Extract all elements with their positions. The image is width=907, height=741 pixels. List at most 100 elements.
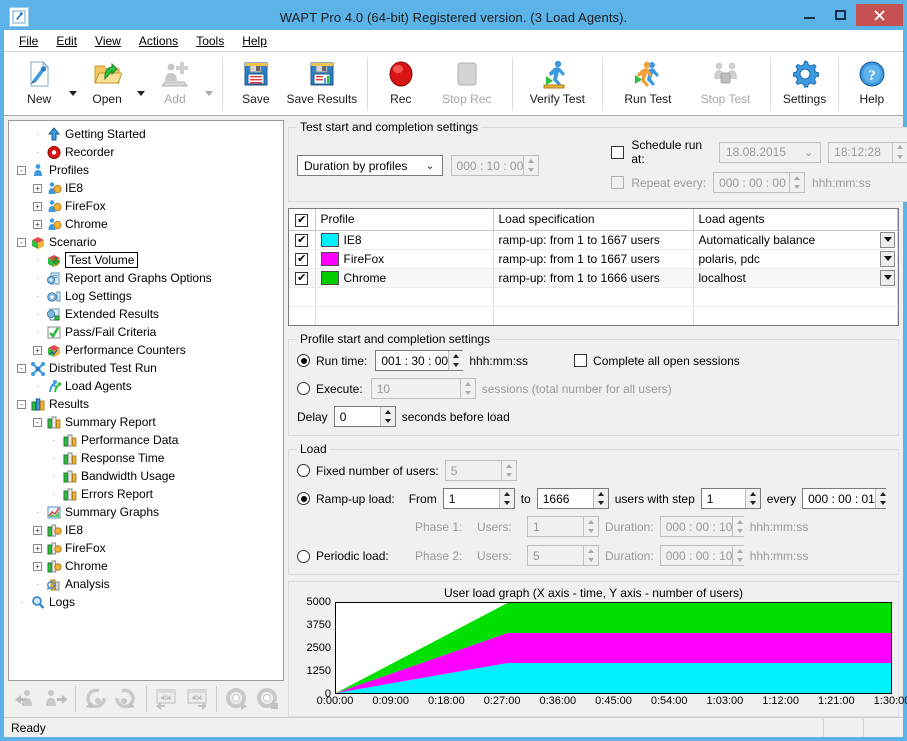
tree-item-summary-report[interactable]: - Summary Report (9, 413, 283, 431)
maximize-button[interactable] (825, 4, 856, 26)
spinner-down[interactable] (524, 165, 539, 175)
spinner-down[interactable] (584, 555, 598, 565)
tree-expander[interactable]: - (33, 417, 42, 427)
menu-actions[interactable]: Actions (130, 32, 187, 50)
toolbar-open-button[interactable]: Open (80, 55, 134, 113)
spinner-down[interactable] (875, 498, 890, 508)
toolbar-new-dropdown[interactable] (66, 55, 80, 113)
tree-expander[interactable]: + (33, 561, 42, 571)
tree-item-recorder[interactable]: · Recorder (9, 143, 283, 161)
spinner-up[interactable] (733, 546, 748, 556)
tree-expander[interactable]: + (33, 525, 42, 535)
tree-item-distributed-test-run[interactable]: - Distributed Test Run (9, 359, 283, 377)
spinner-down[interactable] (733, 526, 748, 536)
table-row[interactable]: ✔ IE8 ramp-up: from 1 to 1667 users Automat… (289, 230, 898, 250)
tree-item-analysis[interactable]: · Analysis (9, 575, 283, 593)
spinner-down[interactable] (380, 416, 395, 426)
spinner-up[interactable] (499, 489, 514, 499)
spinner-up[interactable] (460, 379, 475, 389)
tree-item-logs[interactable]: · Logs (9, 593, 283, 611)
toolbar-stop-test-button[interactable]: Stop Test (687, 55, 765, 113)
tree-item-errors-report[interactable]: · Errors Report (9, 485, 283, 503)
table-row-empty[interactable] (289, 306, 898, 325)
menu-file[interactable]: File (10, 32, 47, 50)
toolbar-add-button[interactable]: Add (148, 55, 202, 113)
load-agents-dropdown[interactable] (880, 250, 895, 267)
spinner-up[interactable] (380, 407, 395, 417)
spinner-down[interactable] (893, 152, 907, 162)
spinner-up[interactable] (593, 489, 608, 499)
menu-edit[interactable]: Edit (47, 32, 86, 50)
toolbar-open-dropdown[interactable] (134, 55, 148, 113)
toolbar-settings-button[interactable]: Settings (777, 55, 831, 113)
spinner-up[interactable] (745, 489, 760, 499)
tree-expander[interactable]: - (17, 165, 26, 175)
delay-spinner[interactable]: 0 (333, 406, 396, 427)
navigation-tree[interactable]: · Getting Started · Recorder - Profiles + IE8 + F… (8, 120, 284, 681)
toolbar-new-button[interactable]: New (12, 55, 66, 113)
toolbar-add-dropdown[interactable] (202, 55, 216, 113)
row-checkbox[interactable]: ✔ (295, 272, 309, 285)
minimize-button[interactable] (794, 4, 825, 26)
tree-expander[interactable]: - (17, 399, 26, 409)
run-time-radio[interactable] (297, 354, 310, 367)
repeat-every-spinner[interactable]: 000 : 00 : 00 (713, 172, 806, 193)
spinner-down[interactable] (499, 498, 514, 508)
close-button[interactable] (856, 4, 903, 26)
load-agents-dropdown[interactable] (880, 269, 895, 286)
tree-item-chrome[interactable]: + Chrome (9, 557, 283, 575)
tree-item-scenario[interactable]: - Scenario (9, 233, 283, 251)
tree-expander[interactable]: + (33, 345, 42, 355)
duration-value-spinner[interactable]: 000 : 10 : 00 (450, 155, 540, 176)
table-row[interactable]: ✔ FireFox ramp-up: from 1 to 1667 users pol… (289, 249, 898, 269)
table-row-empty[interactable] (289, 325, 898, 326)
run-time-spinner[interactable]: 001 : 30 : 00 (375, 350, 464, 371)
row-checkbox[interactable]: ✔ (295, 253, 309, 266)
tree-item-results[interactable]: - Results (9, 395, 283, 413)
tree-item-getting-started[interactable]: · Getting Started (9, 125, 283, 143)
toolbar-stop-rec-button[interactable]: Stop Rec (428, 55, 506, 113)
spinner-down[interactable] (733, 555, 748, 565)
schedule-time-spinner[interactable]: 18:12:28 (828, 141, 907, 163)
spinner-down[interactable] (501, 470, 516, 480)
toolbar-save-results-button[interactable]: Save Results (283, 55, 361, 113)
toolbar-verify-test-button[interactable]: Verify Test (519, 55, 597, 113)
tree-item-summary-graphs[interactable]: · Summary Graphs (9, 503, 283, 521)
select-all-checkbox[interactable]: ✔ (295, 213, 309, 227)
tree-item-report-and-graphs-options[interactable]: · Report and Graphs Options (9, 269, 283, 287)
spinner-down[interactable] (584, 526, 598, 536)
tree-expander[interactable]: + (33, 219, 42, 229)
tree-expander[interactable]: - (17, 363, 26, 373)
tree-item-ie8[interactable]: + IE8 (9, 179, 283, 197)
export-users-icon[interactable] (41, 684, 70, 714)
import-users-icon[interactable] (10, 684, 39, 714)
spinner-down[interactable] (593, 498, 608, 508)
tree-item-extended-results[interactable]: · Extended Results (9, 305, 283, 323)
row-checkbox[interactable]: ✔ (295, 234, 309, 247)
toolbar-rec-button[interactable]: Rec (374, 55, 428, 113)
spinner-down[interactable] (460, 388, 475, 398)
tree-item-firefox[interactable]: + FireFox (9, 539, 283, 557)
spinner-up[interactable] (893, 142, 907, 152)
gear-play-icon[interactable] (222, 684, 251, 714)
tree-item-performance-counters[interactable]: + Performance Counters (9, 341, 283, 359)
fixed-users-spinner[interactable]: 5 (444, 460, 517, 481)
error-page-right-icon[interactable]: 404 (182, 684, 211, 714)
tree-item-profiles[interactable]: - Profiles (9, 161, 283, 179)
spinner-up[interactable] (875, 489, 890, 499)
spinner-up[interactable] (449, 351, 464, 361)
duration-mode-combo[interactable]: Duration by profiles ⌄ (297, 155, 443, 176)
rampup-from-spinner[interactable]: 1 (442, 488, 515, 509)
phase1-users-spinner[interactable]: 1 (527, 516, 599, 537)
periodic-radio[interactable] (297, 549, 310, 563)
toolbar-save-button[interactable]: Save (229, 55, 283, 113)
execute-spinner[interactable]: 10 (370, 378, 476, 399)
menu-view[interactable]: View (86, 32, 130, 50)
tree-expander[interactable]: + (33, 183, 42, 193)
repeat-every-checkbox[interactable] (611, 176, 625, 189)
spinner-down[interactable] (745, 498, 760, 508)
tree-item-test-volume[interactable]: · Test Volume (9, 251, 283, 269)
complete-sessions-checkbox[interactable] (574, 354, 588, 367)
tree-expander[interactable]: - (17, 237, 26, 247)
rampup-radio[interactable] (297, 492, 310, 505)
